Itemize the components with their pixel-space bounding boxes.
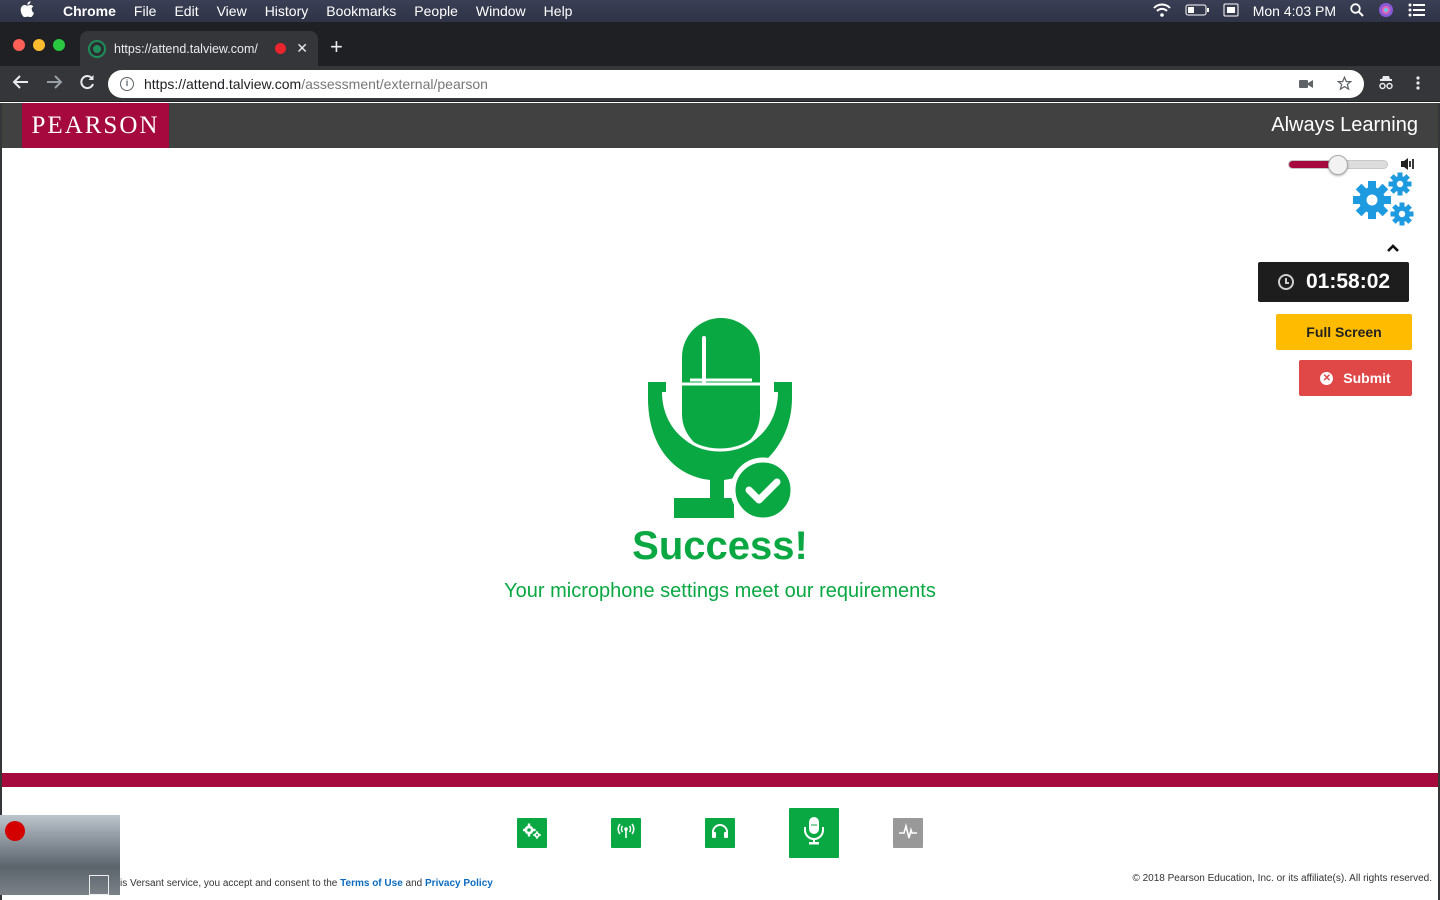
notification-center-icon[interactable] [1408,3,1426,20]
step-waveform[interactable] [893,818,923,848]
siri-icon[interactable] [1378,2,1394,21]
microphone-icon [804,816,824,850]
connection-icon [616,823,636,844]
window-zoom-button[interactable] [53,39,65,51]
tab-close-icon[interactable]: ✕ [296,40,308,57]
site-header: PEARSON Always Learning [2,103,1438,148]
settings-icon [522,823,541,844]
clock-icon [1278,274,1294,290]
microphone-success-icon [640,316,800,526]
macos-menubar: Chrome File Edit View History Bookmarks … [0,0,1440,22]
expand-preview-icon[interactable] [89,875,109,895]
address-bar[interactable]: i https://attend.talview.com/assessment/… [108,70,1364,98]
menu-window[interactable]: Window [467,0,535,22]
incognito-profile-icon[interactable] [1378,75,1394,96]
input-source-icon[interactable] [1223,3,1239,20]
apple-menu-icon[interactable] [0,0,54,22]
wifi-icon[interactable] [1153,3,1171,20]
terms-of-use-link[interactable]: Terms of Use [340,878,403,889]
copyright-notice: © 2018 Pearson Education, Inc. or its af… [1132,873,1432,884]
new-tab-button[interactable]: + [330,36,343,58]
back-arrow-icon[interactable] [12,73,30,95]
submit-button-label: Submit [1343,370,1391,386]
recording-dot-icon [5,821,25,841]
bookmark-star-icon[interactable] [1336,75,1353,94]
success-title: Success! [632,524,808,568]
window-minimize-button[interactable] [33,39,45,51]
exam-timer: 01:58:02 [1258,262,1409,302]
submit-button[interactable]: ✕ Submit [1299,360,1412,396]
menu-view[interactable]: View [208,0,256,22]
step-headphones[interactable] [705,818,735,848]
volume-slider-thumb[interactable] [1328,155,1348,175]
browser-toolbar: i https://attend.talview.com/assessment/… [0,66,1440,102]
url-path: /assessment/external/pearson [301,76,488,92]
close-circle-icon: ✕ [1320,371,1334,385]
step-microphone[interactable] [789,808,839,858]
battery-icon[interactable] [1185,3,1209,19]
browser-tab-strip: https://attend.talview.com/ ✕ + [0,22,1440,66]
menu-bookmarks[interactable]: Bookmarks [317,0,405,22]
window-close-button[interactable] [13,39,25,51]
chrome-menu-icon[interactable] [1414,75,1422,96]
reload-icon[interactable] [78,73,96,95]
menu-edit[interactable]: Edit [165,0,207,22]
recording-indicator-icon [275,43,287,54]
spotlight-search-icon[interactable] [1350,2,1364,20]
menu-help[interactable]: Help [535,0,582,22]
camera-in-use-icon[interactable] [1299,76,1313,94]
site-info-icon[interactable]: i [120,77,134,91]
success-message: Your microphone settings meet our requir… [504,580,936,602]
full-screen-button[interactable]: Full Screen [1276,314,1412,350]
url-host: https://attend.talview.com [144,76,302,92]
consent-text: is Versant service, you accept and conse… [120,878,493,889]
collapse-chevron-up-icon[interactable] [1386,240,1400,258]
browser-tab[interactable]: https://attend.talview.com/ ✕ [80,31,318,66]
footer-divider [2,773,1438,787]
address-url: https://attend.talview.com/assessment/ex… [144,76,488,92]
privacy-policy-link[interactable]: Privacy Policy [425,878,493,889]
pearson-logo: PEARSON [22,103,169,148]
menu-people[interactable]: People [405,0,467,22]
settings-gears-icon[interactable] [1350,170,1418,235]
webcam-preview[interactable] [0,815,120,895]
consent-prefix: is Versant service, you accept and conse… [120,878,338,889]
tab-favicon-icon [90,41,104,56]
tab-title: https://attend.talview.com/ [114,41,258,56]
menu-history[interactable]: History [256,0,318,22]
menu-app-name[interactable]: Chrome [54,0,125,22]
menu-file[interactable]: File [125,0,166,22]
header-tagline: Always Learning [1271,114,1418,136]
waveform-icon [898,822,918,844]
headphones-icon [711,823,729,844]
timer-value: 01:58:02 [1306,270,1391,293]
menubar-clock[interactable]: Mon 4:03 PM [1253,0,1336,22]
forward-arrow-icon[interactable] [45,73,63,95]
step-settings[interactable] [517,818,547,848]
consent-and: and [405,878,423,889]
step-connection[interactable] [611,818,641,848]
